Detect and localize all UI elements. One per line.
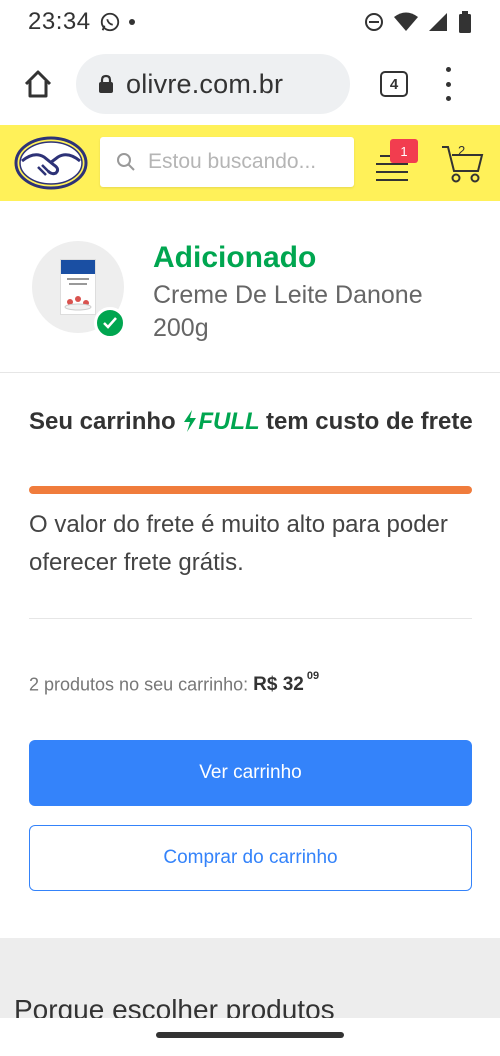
site-header: Estou buscando... 1 2	[0, 125, 500, 201]
home-indicator[interactable]	[156, 1032, 344, 1038]
cart-count: 2	[458, 143, 466, 158]
home-icon	[24, 70, 52, 98]
status-time: 23:34	[28, 8, 91, 35]
added-product-name: Creme De Leite Danone 200g	[153, 281, 423, 342]
status-bar: 23:34	[0, 0, 500, 44]
price-cents: 09	[306, 670, 320, 682]
lock-icon	[99, 74, 113, 93]
browser-menu-button[interactable]	[442, 67, 454, 101]
shipping-title-prefix: Seu carrinho	[29, 408, 176, 435]
full-label: FULL	[198, 408, 260, 435]
search-icon	[117, 153, 135, 171]
battery-icon	[458, 11, 472, 33]
added-confirmation: Adicionado Creme De Leite Danone 200g	[0, 201, 500, 373]
cart-summary: 2 produtos no seu carrinho: R$ 32 09	[29, 670, 319, 696]
cart-button[interactable]: 2	[440, 141, 486, 185]
dot-icon	[128, 19, 135, 25]
cart-total-price: R$ 32 09	[253, 670, 319, 696]
site-logo[interactable]	[14, 135, 88, 191]
signal-icon	[428, 12, 448, 32]
search-input[interactable]: Estou buscando...	[100, 137, 354, 187]
whatsapp-icon	[99, 11, 121, 33]
search-placeholder: Estou buscando...	[148, 150, 317, 173]
product-image	[60, 259, 96, 315]
notification-badge: 1	[390, 139, 418, 163]
price-main: R$ 32	[253, 674, 304, 696]
handshake-logo-icon	[14, 136, 88, 190]
url-bar[interactable]: olivre.com.br	[76, 54, 350, 114]
url-text: olivre.com.br	[126, 68, 284, 99]
view-cart-button[interactable]: Ver carrinho	[29, 740, 472, 806]
browser-toolbar: olivre.com.br 4	[0, 44, 500, 124]
home-button[interactable]	[18, 64, 58, 104]
buy-from-cart-button[interactable]: Comprar do carrinho	[29, 825, 472, 891]
shipping-progress-bar	[29, 486, 472, 494]
hamburger-menu-button[interactable]: 1	[376, 139, 422, 185]
full-badge: FULL	[182, 408, 266, 435]
status-left: 23:34	[28, 8, 135, 36]
shipping-title: Seu carrinho FULL tem custo de frete	[29, 404, 474, 440]
lightning-icon	[184, 410, 197, 432]
divider	[29, 618, 472, 619]
check-icon	[94, 307, 126, 339]
tab-switcher-button[interactable]: 4	[380, 71, 408, 97]
dnd-icon	[364, 12, 384, 32]
added-title: Adicionado	[153, 241, 317, 274]
shipping-description: O valor do frete é muito alto para poder…	[29, 511, 448, 576]
shipping-title-suffix: tem custo de frete	[265, 408, 473, 435]
wifi-icon	[394, 12, 418, 32]
status-right	[364, 11, 472, 33]
cart-summary-text: 2 produtos no seu carrinho:	[29, 674, 249, 695]
